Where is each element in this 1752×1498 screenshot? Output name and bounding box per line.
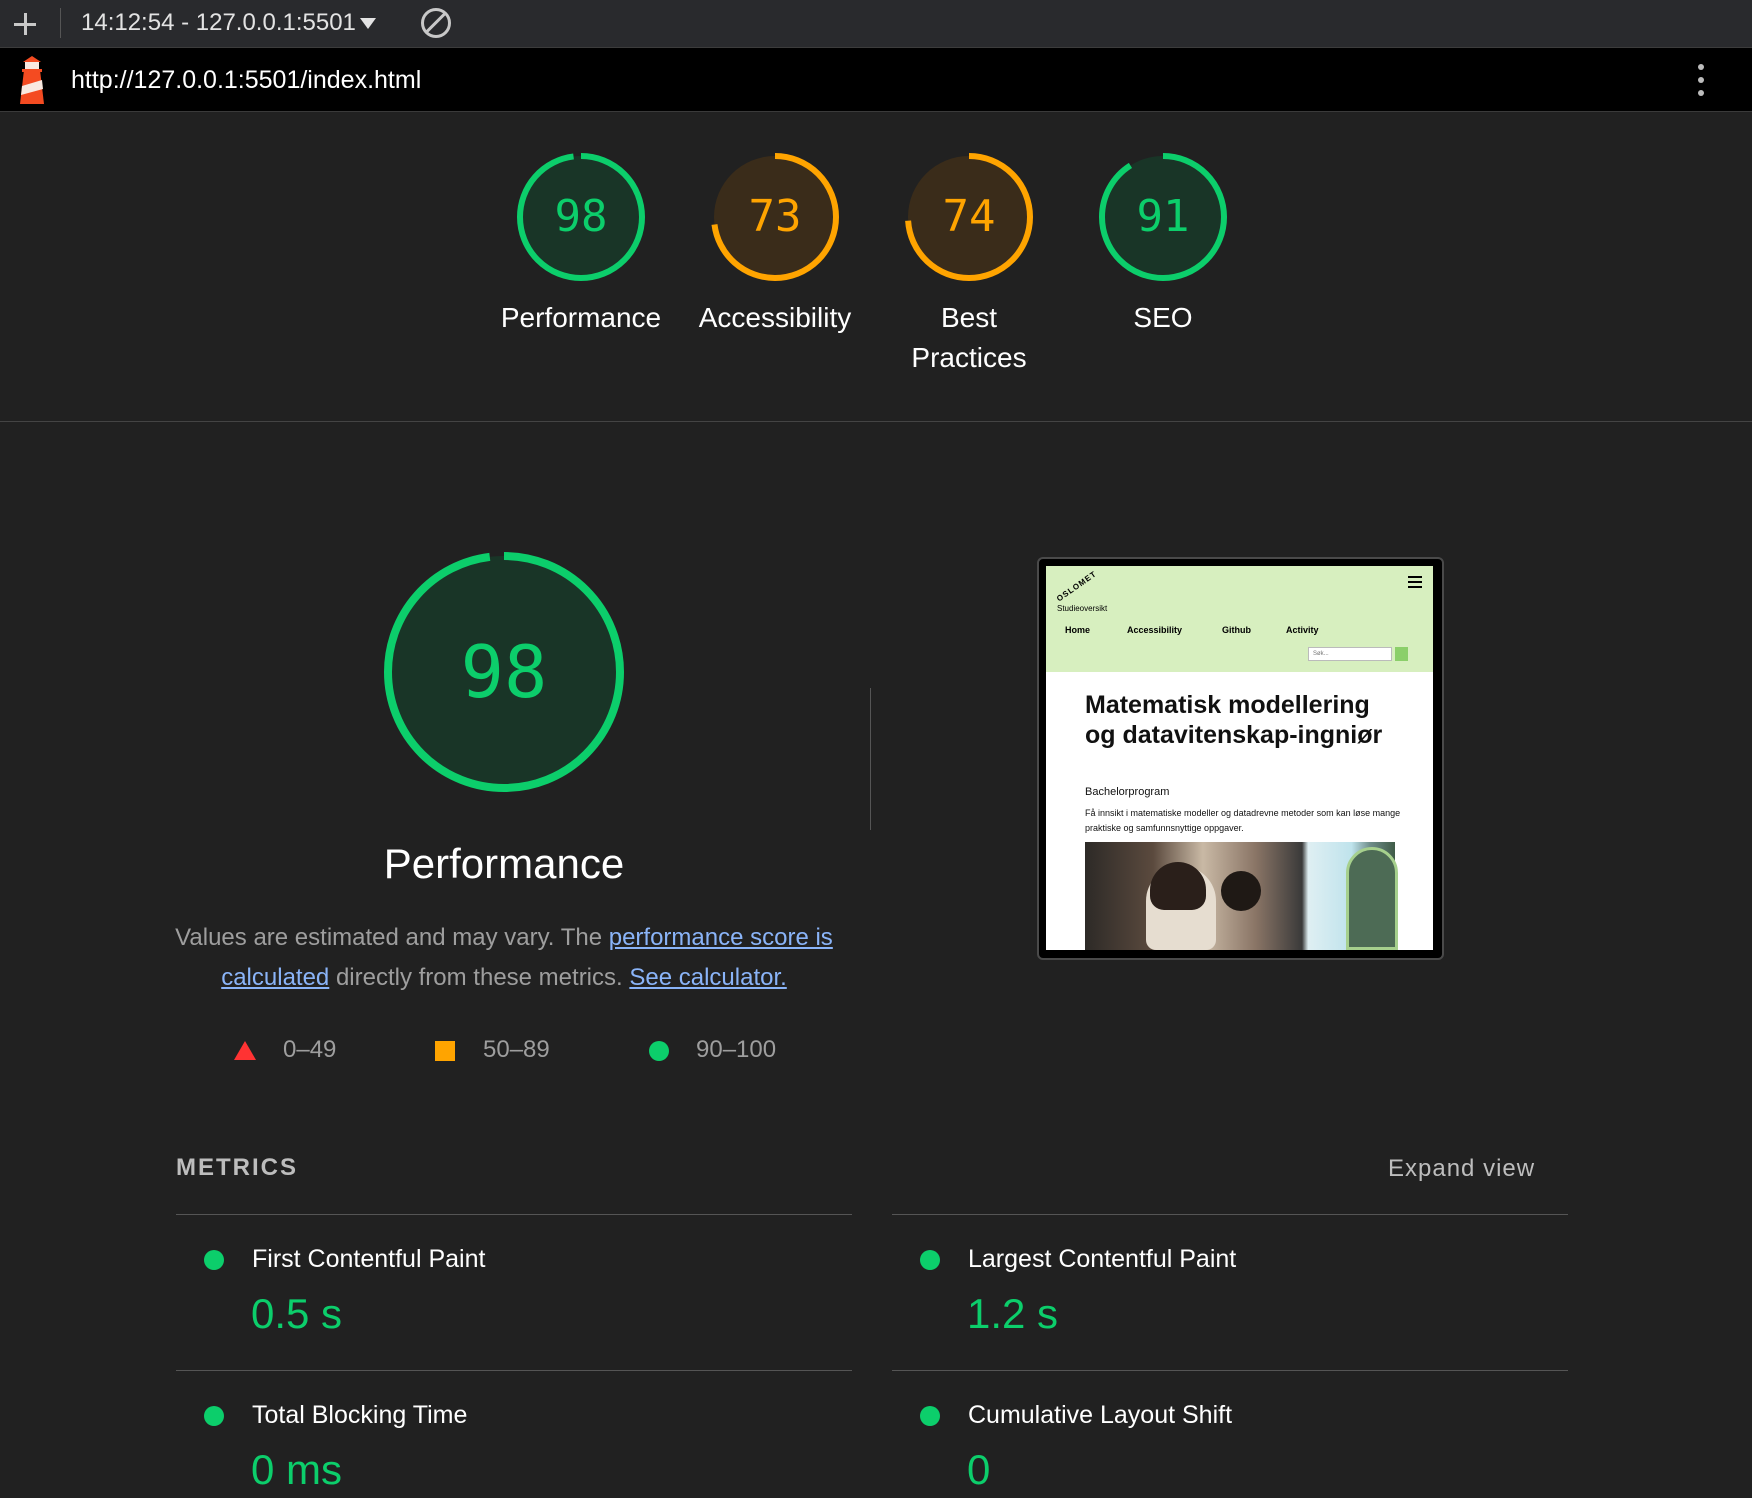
screenshot-pod-shape — [1346, 847, 1398, 950]
metric-value-fcp: 0.5 s — [251, 1290, 343, 1337]
metric-value-cls: 0 — [967, 1446, 991, 1493]
screenshot-program: Bachelorprogram — [1085, 786, 1170, 798]
performance-big-score: 98 — [460, 630, 548, 714]
screenshot-page: OSLOMET Studieoversikt Home Accessibilit… — [1046, 566, 1433, 950]
screenshot-nav-github: Github — [1222, 625, 1251, 635]
average-square-icon — [435, 1041, 455, 1061]
screenshot-heading: Matematisk modellering og datavitenskap-… — [1085, 691, 1383, 749]
performance-title: Performance — [383, 840, 625, 887]
lighthouse-logo-icon — [20, 56, 44, 104]
accessibility-label: Accessibility — [698, 302, 852, 333]
metric-label-lcp: Largest Contentful Paint — [968, 1245, 1237, 1273]
description-text: Values are estimated and may vary. The — [175, 924, 609, 951]
legend-average: 50–89 — [483, 1036, 550, 1063]
expand-view-toggle[interactable]: Expand view — [1388, 1155, 1535, 1183]
section-divider — [870, 688, 871, 830]
legend-pass: 90–100 — [696, 1036, 777, 1063]
see-calculator-link[interactable]: See calculator. — [629, 964, 786, 991]
metrics-heading: METRICS — [176, 1154, 298, 1181]
report-url-bar: http://127.0.0.1:5501/index.html — [0, 48, 1752, 112]
metric-value-lcp: 1.2 s — [967, 1290, 1059, 1337]
metrics-divider — [176, 1214, 852, 1215]
performance-label: Performance — [500, 302, 662, 333]
metrics-divider — [892, 1370, 1568, 1371]
hamburger-menu-icon — [1408, 576, 1422, 588]
report-session-dropdown[interactable]: 14:12:54 - 127.0.0.1:5501 — [81, 8, 376, 38]
metrics-divider — [892, 1214, 1568, 1215]
gauge-performance[interactable]: 98 Performance — [491, 152, 671, 338]
pass-circle-icon — [920, 1250, 940, 1270]
performance-description: Values are estimated and may vary. The p… — [168, 918, 840, 998]
performance-score: 98 — [554, 191, 608, 242]
category-gauges: 98 Performance 73 Accessibility 74 Best … — [0, 112, 1752, 422]
screenshot-nav-accessibility: Accessibility — [1127, 625, 1183, 635]
pass-circle-icon — [649, 1041, 669, 1061]
metric-label-fcp: First Contentful Paint — [252, 1245, 486, 1273]
devtools-toolbar: 14:12:54 - 127.0.0.1:5501 — [0, 0, 1752, 48]
report-session-label: 14:12:54 - 127.0.0.1:5501 — [81, 9, 356, 36]
best-practices-score: 74 — [942, 191, 996, 242]
screenshot-intro: Få innsikt i matematiske modeller og dat… — [1085, 808, 1401, 833]
screenshot-search-button-icon — [1395, 647, 1408, 661]
gauge-accessibility[interactable]: 73 Accessibility — [685, 152, 865, 338]
metric-label-cls: Cumulative Layout Shift — [968, 1401, 1233, 1429]
screenshot-person-hair-shape — [1150, 862, 1206, 910]
gauge-best-practices[interactable]: 74 Best Practices — [879, 152, 1059, 378]
clear-block-icon[interactable] — [421, 8, 451, 38]
new-report-plus-icon[interactable] — [10, 6, 40, 40]
pass-circle-icon — [204, 1250, 224, 1270]
metric-value-tbt: 0 ms — [251, 1446, 343, 1493]
screenshot-person2-hair-shape — [1221, 871, 1261, 911]
fail-triangle-icon — [234, 1041, 256, 1060]
pass-circle-icon — [920, 1406, 940, 1426]
metric-label-tbt: Total Blocking Time — [252, 1401, 468, 1429]
screenshot-nav-home: Home — [1065, 625, 1091, 635]
report-url[interactable]: http://127.0.0.1:5501/index.html — [71, 64, 421, 96]
pass-circle-icon — [204, 1406, 224, 1426]
screenshot-search-input: Søk... — [1308, 647, 1392, 661]
seo-label: SEO — [1133, 302, 1193, 333]
screenshot-subtitle: Studieoversikt — [1057, 604, 1108, 613]
legend-fail: 0–49 — [283, 1036, 337, 1063]
more-options-icon[interactable] — [1690, 62, 1712, 98]
accessibility-score: 73 — [748, 191, 802, 242]
gauge-seo[interactable]: 91 SEO — [1073, 152, 1253, 338]
toolbar-separator — [60, 8, 61, 38]
best-practices-label: Best Practices — [911, 302, 1027, 373]
final-screenshot[interactable]: OSLOMET Studieoversikt Home Accessibilit… — [1037, 557, 1444, 960]
screenshot-nav-activity: Activity — [1286, 625, 1319, 635]
description-text-middle: directly from these metrics. — [329, 964, 630, 991]
metrics-divider — [176, 1370, 852, 1371]
screenshot-logo: OSLOMET — [1055, 569, 1099, 604]
seo-score: 91 — [1136, 191, 1190, 242]
screenshot-header: OSLOMET Studieoversikt Home Accessibilit… — [1046, 566, 1433, 672]
caret-down-icon — [359, 18, 376, 30]
